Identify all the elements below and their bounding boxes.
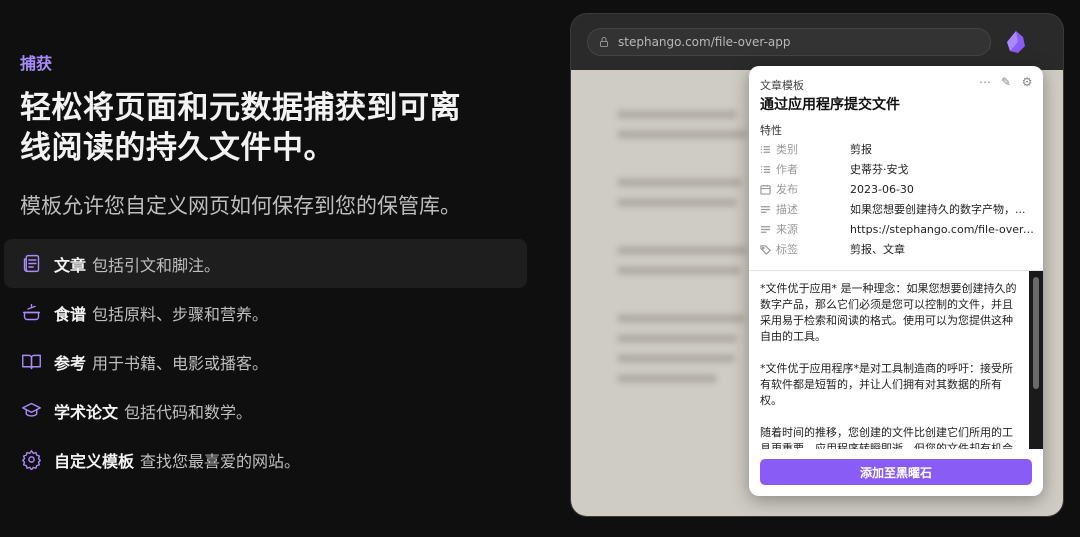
template-selector[interactable]: 文章模板 xyxy=(760,77,804,93)
content-paragraph: *文件优于应用* 是一种理念：如果您想要创建持久的数字产品，那么它们必须是您可以… xyxy=(760,282,1017,343)
property-row[interactable]: 来源 https://stephango.com/file-over-... xyxy=(760,219,1036,239)
open-book-icon xyxy=(20,351,42,373)
graduation-cap-icon xyxy=(20,400,42,422)
blurred-text xyxy=(617,110,737,119)
feature-desc: 包括引文和脚注。 xyxy=(92,255,221,275)
calendar-icon xyxy=(760,184,771,195)
property-key: 标签 xyxy=(776,243,798,256)
cooking-pot-icon xyxy=(20,302,42,324)
feature-title: 参考 xyxy=(54,353,87,373)
list-icon xyxy=(760,165,771,173)
address-bar[interactable]: stephango.com/file-over-app xyxy=(587,28,991,56)
section-eyebrow: 捕获 xyxy=(20,54,53,73)
property-row[interactable]: 发布 2023-06-30 xyxy=(760,179,1036,199)
feature-title: 食谱 xyxy=(54,304,87,324)
property-key: 来源 xyxy=(776,223,798,236)
property-key: 描述 xyxy=(776,203,798,216)
blurred-text xyxy=(617,374,717,383)
settings-icon[interactable]: ⚙ xyxy=(1021,75,1033,89)
blurred-text xyxy=(617,266,741,275)
obsidian-logo-icon[interactable] xyxy=(1005,30,1027,54)
feature-item-custom[interactable]: 自定义模板 查找您最喜爱的网站。 xyxy=(4,435,527,484)
property-value[interactable]: 剪报、文章 xyxy=(850,241,1036,257)
blurred-text xyxy=(617,198,737,207)
text-icon xyxy=(760,225,771,233)
note-title[interactable]: 通过应用程序提交文件 xyxy=(760,94,900,114)
panel-toolbar: ⋯ ✎ ⚙ xyxy=(979,75,1033,89)
feature-desc: 查找您最喜爱的网站。 xyxy=(140,451,301,471)
more-icon[interactable]: ⋯ xyxy=(979,75,991,89)
property-value[interactable]: 史蒂芬·安戈 xyxy=(850,161,1036,177)
add-to-obsidian-button[interactable]: 添加至黑曜石 xyxy=(760,459,1032,485)
content-paragraph: 随着时间的推移，您创建的文件比创建它们所用的工具更重要。应用程序转瞬即逝，但您的… xyxy=(760,426,1013,449)
blurred-text xyxy=(617,130,747,139)
feature-desc: 用于书籍、电影或播客。 xyxy=(92,353,269,373)
feature-item-article[interactable]: 文章 包括引文和脚注。 xyxy=(4,239,527,288)
property-row[interactable]: 标签 剪报、文章 xyxy=(760,239,1036,259)
property-value[interactable]: https://stephango.com/file-over-... xyxy=(850,223,1036,236)
headline-line-1: 轻松将页面和元数据捕获到可离 xyxy=(20,90,461,126)
list-icon xyxy=(760,145,771,153)
web-clipper-panel: 文章模板 ⋯ ✎ ⚙ 通过应用程序提交文件 特性 类别 剪报 作者 史蒂芬·安戈… xyxy=(749,66,1043,496)
headline-line-2: 线阅读的持久文件中。 xyxy=(20,130,335,166)
feature-title: 自定义模板 xyxy=(54,451,135,471)
blurred-text xyxy=(617,246,747,255)
note-content[interactable]: *文件优于应用* 是一种理念：如果您想要创建持久的数字产品，那么它们必须是您可以… xyxy=(749,271,1029,449)
headline: 轻松将页面和元数据捕获到可离 线阅读的持久文件中。 xyxy=(20,88,540,168)
feature-title: 文章 xyxy=(54,255,87,275)
feature-item-reference[interactable]: 参考 用于书籍、电影或播客。 xyxy=(4,337,527,386)
scrollbar-thumb[interactable] xyxy=(1033,277,1039,389)
property-row[interactable]: 描述 如果您想要创建持久的数字产物，... xyxy=(760,199,1036,219)
feature-item-paper[interactable]: 学术论文 包括代码和数学。 xyxy=(4,386,527,435)
feature-title: 学术论文 xyxy=(54,402,119,422)
feature-list: 文章 包括引文和脚注。 食谱 包括原料、步骤和营养。 参考 用于书籍、电影或播客… xyxy=(4,239,527,484)
blurred-text xyxy=(617,178,742,187)
tags-icon xyxy=(760,244,771,255)
newspaper-icon xyxy=(20,253,42,275)
feature-desc: 包括代码和数学。 xyxy=(124,402,253,422)
property-key: 作者 xyxy=(776,163,798,176)
hero-section: 捕获 轻松将页面和元数据捕获到可离 线阅读的持久文件中。 模板允许您自定义网页如… xyxy=(20,50,540,220)
property-key: 发布 xyxy=(776,183,798,196)
content-paragraph: *文件优于应用程序*是对工具制造商的呼吁：接受所有软件都是短暂的，并让人们拥有对… xyxy=(760,362,1013,407)
feature-desc: 包括原料、步骤和营养。 xyxy=(92,304,269,324)
gear-icon xyxy=(20,449,42,471)
text-icon xyxy=(760,205,771,213)
content-scrollbar[interactable] xyxy=(1029,271,1043,449)
blurred-text xyxy=(617,334,737,343)
property-value[interactable]: 剪报 xyxy=(850,141,1036,157)
property-key: 类别 xyxy=(776,143,798,156)
properties-heading: 特性 xyxy=(760,124,782,137)
blurred-text xyxy=(617,314,745,323)
property-value[interactable]: 如果您想要创建持久的数字产物，... xyxy=(850,201,1036,217)
blurred-text xyxy=(617,354,735,363)
url-text: stephango.com/file-over-app xyxy=(618,35,791,49)
feature-item-recipe[interactable]: 食谱 包括原料、步骤和营养。 xyxy=(4,288,527,337)
lock-icon xyxy=(600,37,608,47)
property-row[interactable]: 类别 剪报 xyxy=(760,139,1036,159)
property-row[interactable]: 作者 史蒂芬·安戈 xyxy=(760,159,1036,179)
property-value[interactable]: 2023-06-30 xyxy=(850,183,1036,196)
subheadline: 模板允许您自定义网页如何保存到您的保管库。 xyxy=(20,194,461,218)
highlighter-icon[interactable]: ✎ xyxy=(1000,75,1012,89)
